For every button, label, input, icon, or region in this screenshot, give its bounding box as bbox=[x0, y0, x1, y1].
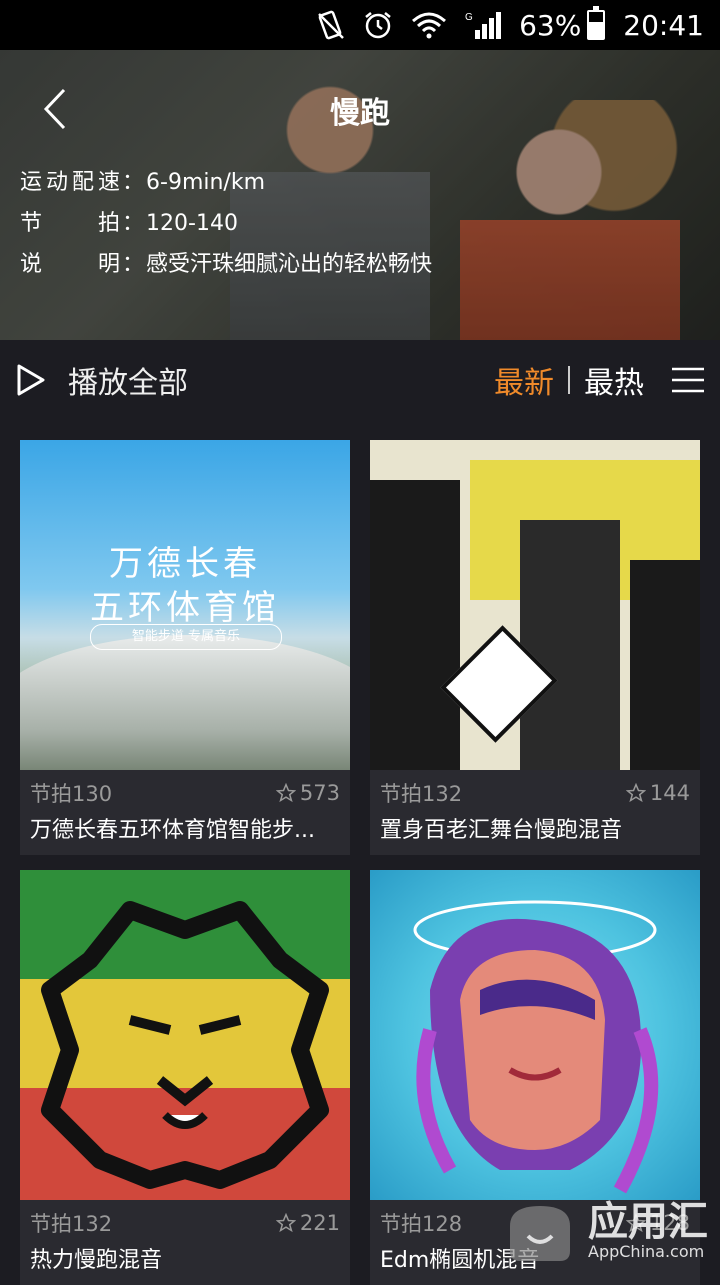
clock: 20:41 bbox=[623, 8, 704, 42]
info-value: 感受汗珠细腻沁出的轻松畅快 bbox=[146, 252, 433, 277]
info-row-tempo: 节拍： 120-140 bbox=[20, 203, 432, 244]
info-key: 说明 bbox=[20, 252, 120, 277]
menu-icon[interactable] bbox=[672, 364, 704, 396]
info-key: 节拍 bbox=[20, 211, 120, 236]
star-icon bbox=[275, 1213, 296, 1233]
battery-status: 63% bbox=[519, 6, 606, 42]
info-row-desc: 说明：感受汗珠细腻沁出的轻松畅快 bbox=[20, 244, 432, 285]
star-count: 573 bbox=[299, 781, 340, 805]
star-count: 144 bbox=[649, 781, 690, 805]
cover-text-line1: 万德长春 bbox=[109, 544, 261, 584]
page-title: 慢跑 bbox=[330, 96, 390, 131]
bpm-label: 节拍132 bbox=[380, 782, 463, 806]
cover-text-line2: 五环体育馆 bbox=[90, 588, 280, 628]
vibrate-icon bbox=[317, 10, 345, 40]
favorite-count: 573 bbox=[275, 778, 340, 808]
appchina-watermark: 应用汇 AppChina.com bbox=[500, 1196, 708, 1266]
favorite-count: 144 bbox=[625, 778, 690, 808]
playlist-title: 置身百老汇舞台慢跑混音 bbox=[380, 818, 623, 843]
tab-newest[interactable]: 最新 bbox=[494, 358, 554, 402]
playlist-cover bbox=[370, 440, 700, 770]
watermark-sub: AppChina.com bbox=[588, 1241, 705, 1261]
bpm-label: 节拍128 bbox=[380, 1212, 463, 1236]
status-bar: G 63% 20:41 bbox=[0, 0, 720, 50]
playlist-card[interactable]: 万德长春 五环体育馆 智能步道 专属音乐 节拍130 573 万德长春五环体育馆… bbox=[20, 440, 350, 855]
watermark-logo-icon bbox=[510, 1206, 570, 1261]
bpm-label: 节拍130 bbox=[30, 782, 113, 806]
toolbar: 播放全部 最新 最热 bbox=[0, 340, 720, 420]
lion-illustration bbox=[41, 901, 329, 1189]
info-row-pace: 运动配速： 6-9min/km bbox=[20, 162, 432, 203]
playlist-card[interactable]: 节拍132 221 热力慢跑混音 bbox=[20, 870, 350, 1285]
play-icon bbox=[17, 364, 45, 396]
playlist-card[interactable]: 节拍132 144 置身百老汇舞台慢跑混音 bbox=[370, 440, 700, 855]
playlist-cover bbox=[20, 870, 350, 1200]
star-icon bbox=[625, 783, 646, 803]
play-all-label: 播放全部 bbox=[68, 366, 188, 401]
cover-tags: 智能步道 专属音乐 bbox=[90, 624, 282, 650]
info-block: 运动配速： 6-9min/km 节拍： 120-140 说明：感受汗珠细腻沁出的轻松… bbox=[20, 162, 432, 285]
signal-icon: G bbox=[465, 10, 502, 40]
wifi-icon bbox=[411, 11, 447, 39]
watermark-text: 应用汇 bbox=[588, 1198, 708, 1245]
playlist-title: 热力慢跑混音 bbox=[30, 1248, 163, 1273]
card-meta: 节拍130 573 bbox=[20, 770, 350, 808]
bpm-label: 节拍132 bbox=[30, 1212, 113, 1236]
hero-banner: 慢跑 运动配速： 6-9min/km 节拍： 120-140 说明：感受汗珠细腻沁出… bbox=[0, 50, 720, 340]
play-all-button[interactable]: 播放全部 bbox=[16, 358, 188, 402]
sort-tabs: 最新 最热 bbox=[494, 358, 704, 402]
info-key: 运动配速 bbox=[20, 170, 120, 195]
battery-icon bbox=[587, 6, 606, 40]
card-meta: 节拍132 221 bbox=[20, 1200, 350, 1238]
playlist-cover bbox=[370, 870, 700, 1200]
star-icon bbox=[275, 783, 296, 803]
playlist-title: 万德长春五环体育馆智能步... bbox=[30, 818, 315, 843]
favorite-count: 221 bbox=[275, 1208, 340, 1238]
playlist-cover: 万德长春 五环体育馆 智能步道 专属音乐 bbox=[20, 440, 350, 770]
info-value: 120-140 bbox=[146, 211, 238, 236]
alarm-icon bbox=[363, 10, 393, 40]
sort-divider bbox=[568, 366, 570, 394]
battery-level bbox=[589, 21, 604, 38]
svg-text:G: G bbox=[465, 12, 473, 23]
star-count: 221 bbox=[299, 1211, 340, 1235]
battery-percent: 63% bbox=[519, 8, 582, 42]
info-value: 6-9min/km bbox=[146, 170, 266, 195]
tab-hottest[interactable]: 最热 bbox=[584, 358, 644, 402]
card-meta: 节拍132 144 bbox=[370, 770, 700, 808]
girl-illustration bbox=[413, 900, 659, 1194]
